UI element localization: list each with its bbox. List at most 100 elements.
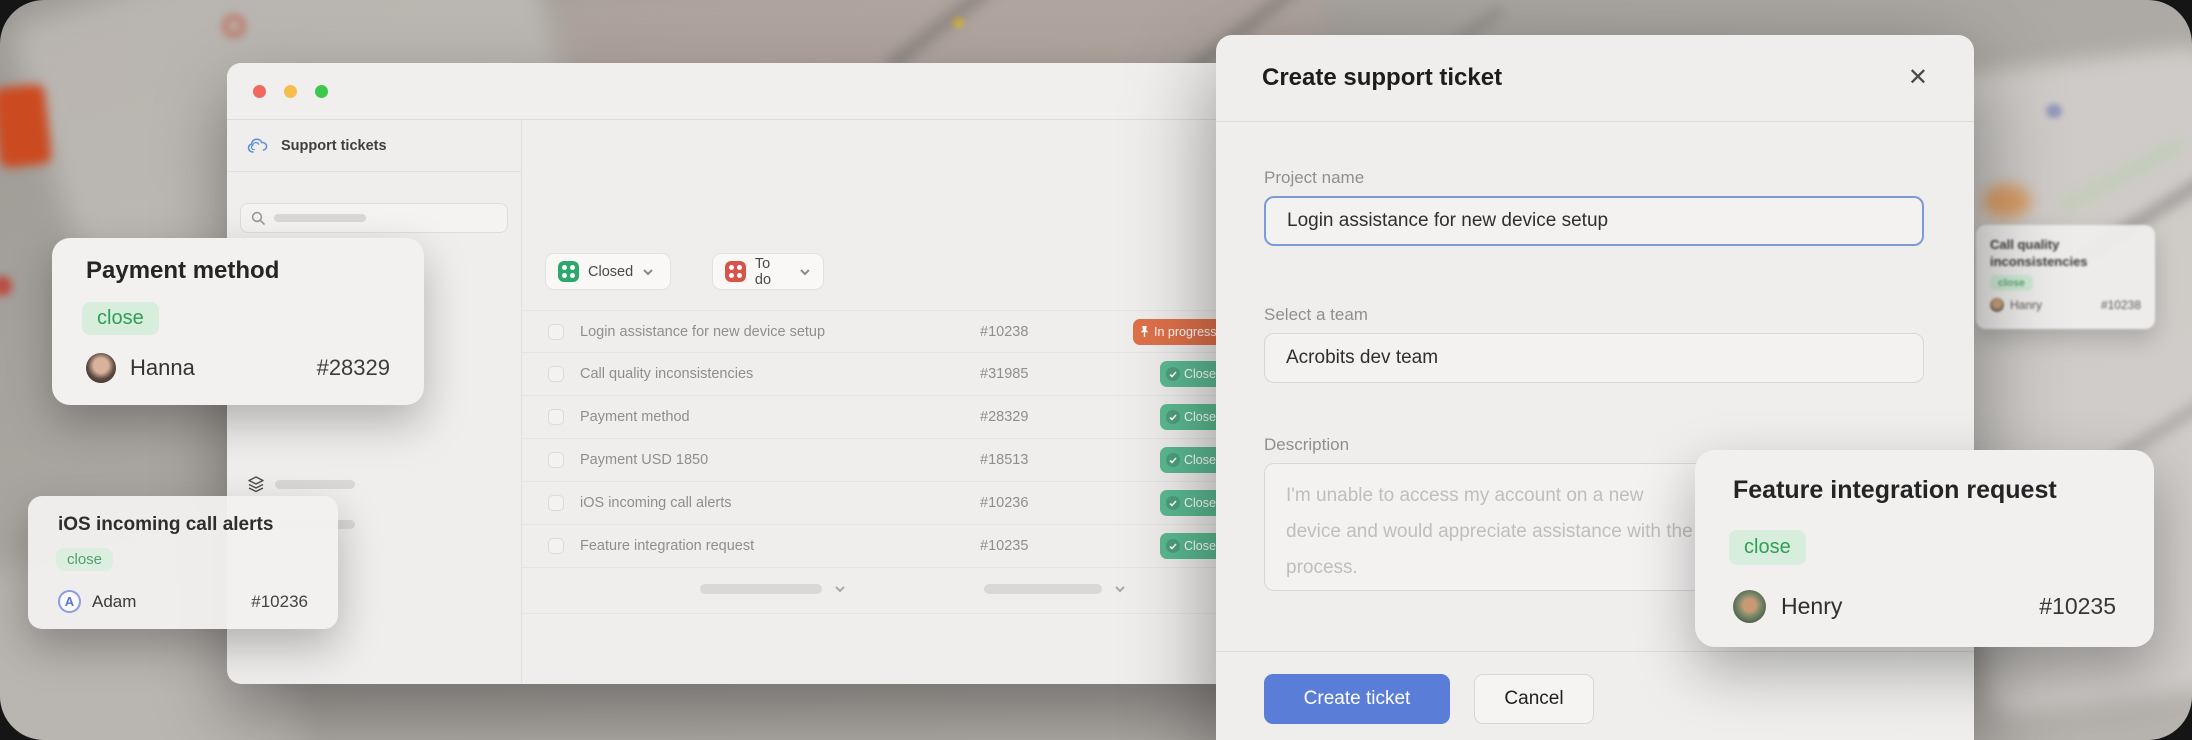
close-badge: close	[1729, 530, 1806, 565]
close-window-button[interactable]	[253, 85, 266, 98]
ticket-row[interactable]: Feature integration request#10235Closed	[522, 525, 1260, 568]
ticket-number: #10236	[980, 495, 1028, 511]
red-grid-icon	[725, 261, 746, 282]
row-checkbox[interactable]	[548, 538, 564, 554]
background-card-title: Call quality inconsistencies	[1990, 236, 2141, 270]
status-badge: In progress	[1133, 319, 1227, 345]
chevron-down-icon	[799, 268, 811, 276]
filter-label: To do	[755, 256, 790, 288]
search-placeholder-skeleton	[274, 214, 366, 222]
cancel-button[interactable]: Cancel	[1474, 674, 1594, 724]
ticket-row[interactable]: Payment method#28329Closed	[522, 396, 1260, 439]
avatar-henry	[1733, 590, 1766, 623]
backdrop-orange-shape	[1983, 184, 2031, 218]
ticket-name: Payment method	[580, 409, 690, 425]
zoom-window-button[interactable]	[315, 85, 328, 98]
ticket-card-ios-alerts[interactable]: iOS incoming call alerts close A Adam #1…	[28, 496, 338, 629]
assignee-name: Adam	[92, 592, 251, 612]
pagination-skeleton	[700, 584, 822, 594]
window-titlebar	[227, 63, 1260, 120]
support-tickets-logo-icon	[247, 136, 270, 156]
close-badge: close	[82, 302, 159, 335]
modal-title: Create support ticket	[1262, 64, 1908, 92]
ticket-number: #28329	[980, 409, 1028, 425]
green-grid-icon	[558, 261, 579, 282]
ticket-card-feature-request[interactable]: Feature integration request close Henry …	[1695, 450, 2154, 647]
check-icon	[1166, 539, 1180, 553]
app-header-title: Support tickets	[281, 138, 387, 154]
ticket-name: iOS incoming call alerts	[580, 495, 732, 511]
ticket-number: #10235	[980, 538, 1028, 554]
ticket-row[interactable]: iOS incoming call alerts#10236Closed	[522, 482, 1260, 525]
avatar-hanna	[86, 353, 116, 383]
chevron-down-icon	[834, 585, 846, 593]
tickets-main-area: Closed To do Login assistance for new de…	[522, 120, 1260, 683]
avatar-adam: A	[58, 590, 81, 613]
nav-label-skeleton	[275, 480, 355, 489]
filter-dropdown-todo[interactable]: To do	[712, 253, 824, 290]
filter-dropdown-closed[interactable]: Closed	[545, 253, 671, 290]
team-select[interactable]: Acrobits dev team	[1264, 333, 1924, 383]
background-ticket-card: Call quality inconsistencies close Hanry…	[1976, 225, 2155, 329]
pagination-dropdown-left[interactable]	[700, 584, 846, 594]
backdrop-streak	[2056, 136, 2187, 216]
backdrop-red-shape	[222, 14, 246, 38]
check-icon	[1166, 410, 1180, 424]
assignee-name: Hanna	[130, 355, 317, 381]
chevron-down-icon	[1114, 585, 1126, 593]
backdrop-red-shape	[0, 276, 12, 296]
assignee-name: Henry	[1781, 593, 2039, 620]
ticket-number: #18513	[980, 452, 1028, 468]
search-input[interactable]	[240, 203, 508, 233]
ticket-row[interactable]: Call quality inconsistencies#31985Closed	[522, 353, 1260, 396]
assignee-name: Hanry	[2010, 298, 2101, 312]
ticket-card-payment-method[interactable]: Payment method close Hanna #28329	[52, 238, 424, 405]
pagination-skeleton	[984, 584, 1102, 594]
modal-header: Create support ticket ✕	[1216, 35, 1974, 122]
row-checkbox[interactable]	[548, 366, 564, 382]
modal-footer-divider	[1216, 651, 1974, 652]
backdrop-orange-shape	[0, 84, 52, 169]
close-badge: close	[56, 548, 113, 571]
divider	[522, 613, 1260, 614]
team-label: Select a team	[1264, 305, 1368, 325]
ticket-name: Login assistance for new device setup	[580, 324, 825, 340]
chevron-down-icon	[642, 268, 654, 276]
ticket-number: #10238	[980, 324, 1028, 340]
pin-icon	[1139, 325, 1150, 338]
layers-icon	[247, 475, 265, 493]
row-checkbox[interactable]	[548, 324, 564, 340]
ticket-number: #10235	[2039, 593, 2116, 620]
row-checkbox[interactable]	[548, 452, 564, 468]
card-title: iOS incoming call alerts	[58, 514, 273, 536]
pagination-dropdown-right[interactable]	[984, 584, 1126, 594]
screenshot-canvas: Call quality inconsistencies close Hanry…	[0, 0, 2192, 740]
ticket-row[interactable]: Payment USD 1850#18513Closed	[522, 439, 1260, 482]
avatar	[1990, 298, 2004, 312]
check-icon	[1166, 367, 1180, 381]
close-icon[interactable]: ✕	[1908, 66, 1928, 90]
row-checkbox[interactable]	[548, 495, 564, 511]
minimize-window-button[interactable]	[284, 85, 297, 98]
ticket-name: Feature integration request	[580, 538, 754, 554]
check-icon	[1166, 453, 1180, 467]
card-title: Feature integration request	[1733, 476, 2057, 505]
description-label: Description	[1264, 435, 1349, 455]
backdrop-streak	[884, 0, 1027, 73]
app-header: Support tickets	[227, 120, 521, 172]
ticket-name: Payment USD 1850	[580, 452, 708, 468]
backdrop-blue-dot	[2046, 104, 2062, 118]
create-ticket-button[interactable]: Create ticket	[1264, 674, 1450, 724]
project-name-label: Project name	[1264, 168, 1364, 188]
card-title: Payment method	[86, 257, 279, 285]
project-name-input[interactable]: Login assistance for new device setup	[1264, 196, 1924, 246]
sidebar-item-layers[interactable]	[247, 475, 355, 493]
row-checkbox[interactable]	[548, 409, 564, 425]
search-icon	[251, 211, 265, 225]
check-icon	[1166, 496, 1180, 510]
backdrop-yellow-dot	[952, 16, 964, 28]
ticket-row[interactable]: Login assistance for new device setup #10…	[522, 310, 1260, 353]
filter-label: Closed	[588, 264, 633, 280]
ticket-number: #10238	[2101, 298, 2141, 312]
ticket-number: #31985	[980, 366, 1028, 382]
